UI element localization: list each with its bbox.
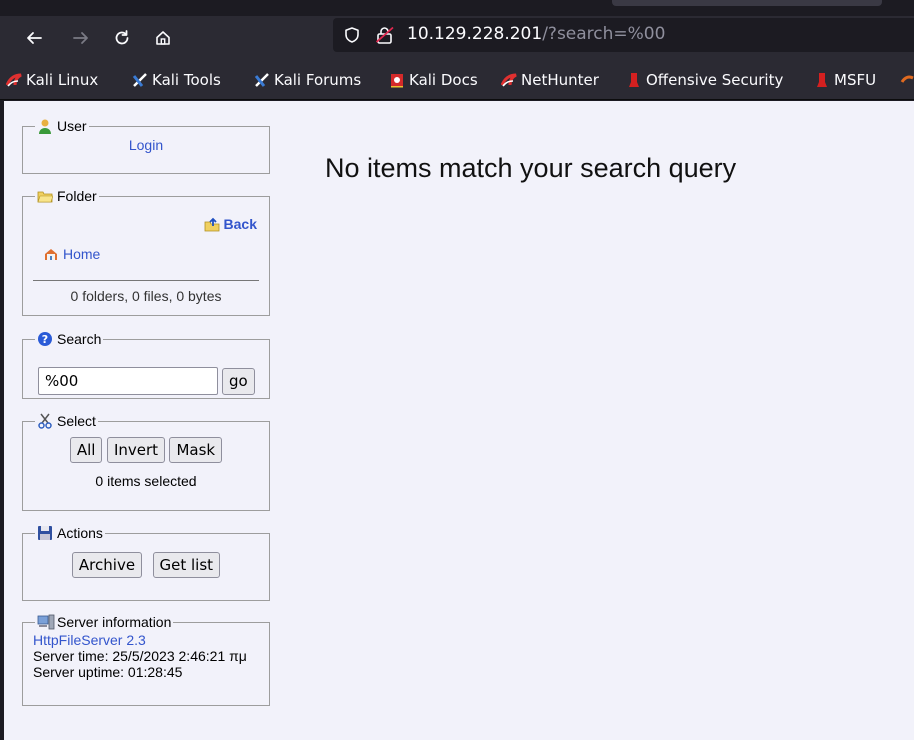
selection-status: 0 items selected xyxy=(95,473,197,489)
search-legend: ? Search xyxy=(35,331,103,347)
select-panel: Select All Invert Mask 0 items selected xyxy=(22,413,270,511)
back-link[interactable]: Back xyxy=(204,216,257,232)
search-input[interactable] xyxy=(38,367,218,395)
legend-text: Search xyxy=(57,331,102,347)
kali-dragon-icon xyxy=(5,72,22,88)
kali-forums-icon xyxy=(254,72,270,88)
server-software-link[interactable]: HttpFileServer 2.3 xyxy=(33,632,269,648)
kali-docs-icon xyxy=(389,72,405,88)
bookmark-kali-tools[interactable]: Kali Tools xyxy=(132,70,221,90)
invert-selection-button[interactable]: Invert xyxy=(106,437,166,463)
user-panel: User Login xyxy=(22,118,270,174)
home-folder-icon xyxy=(43,246,59,262)
url-text[interactable]: 10.129.228.201/?search=%00 xyxy=(407,24,665,44)
folder-panel: Folder Back Home 0 folders, 0 files, 0 b… xyxy=(22,188,270,316)
offsec-icon xyxy=(626,72,642,88)
home-link[interactable]: Home xyxy=(43,246,100,262)
svg-text:?: ? xyxy=(42,333,48,346)
bookmark-label: Offensive Security xyxy=(646,71,784,89)
home-icon[interactable] xyxy=(149,24,177,52)
server-info-legend: Server information xyxy=(35,614,173,630)
tab-strip xyxy=(0,0,914,16)
user-legend: User xyxy=(35,118,89,134)
search-panel: ? Search go xyxy=(22,331,270,399)
folder-legend: Folder xyxy=(35,188,99,204)
bookmark-kali-docs[interactable]: Kali Docs xyxy=(389,70,478,90)
legend-text: Select xyxy=(57,413,96,429)
bookmark-offensive-security[interactable]: Offensive Security xyxy=(626,70,783,90)
actions-panel: Actions Archive Get list xyxy=(22,525,270,601)
scissors-icon xyxy=(37,413,53,429)
get-list-button[interactable]: Get list xyxy=(152,552,221,578)
tab[interactable] xyxy=(612,0,882,6)
user-icon xyxy=(37,118,53,134)
forward-arrow-icon[interactable] xyxy=(67,24,95,52)
actions-legend: Actions xyxy=(35,525,105,541)
insecure-lock-icon[interactable] xyxy=(375,25,395,49)
bookmark-kali-linux[interactable]: Kali Linux xyxy=(5,70,99,90)
mask-button[interactable]: Mask xyxy=(169,437,223,463)
kali-tools-icon xyxy=(132,72,148,88)
bookmark-label: Kali Docs xyxy=(409,71,478,89)
bookmark-label: Kali Linux xyxy=(26,71,99,89)
folder-icon xyxy=(37,188,54,204)
nethunter-icon xyxy=(500,72,517,88)
server-icon xyxy=(37,614,55,630)
home-link-text[interactable]: Home xyxy=(63,246,100,262)
server-time: Server time: 25/5/2023 2:46:21 πμ xyxy=(33,648,247,664)
back-link-text[interactable]: Back xyxy=(224,216,257,232)
back-arrow-icon[interactable] xyxy=(20,24,48,52)
shield-icon[interactable] xyxy=(343,26,361,48)
legend-text: Server information xyxy=(57,614,172,630)
select-legend: Select xyxy=(35,413,98,429)
bookmarks-toolbar: Kali Linux Kali Tools Kali Forums Kali D… xyxy=(0,60,914,100)
bookmark-label: NetHunter xyxy=(521,71,599,89)
bookmark-overflow[interactable] xyxy=(900,70,914,90)
bookmark-nethunter[interactable]: NetHunter xyxy=(500,70,599,90)
url-bar[interactable]: 10.129.228.201/?search=%00 xyxy=(333,18,914,52)
archive-button[interactable]: Archive xyxy=(71,552,143,578)
bookmark-label: MSFU xyxy=(834,71,877,89)
bookmark-msfu[interactable]: MSFU xyxy=(814,70,876,90)
save-disk-icon xyxy=(37,525,53,541)
msfu-icon xyxy=(814,72,830,88)
help-icon: ? xyxy=(37,331,53,347)
bookmark-label: Kali Forums xyxy=(274,71,362,89)
divider xyxy=(33,280,259,281)
no-results-message: No items match your search query xyxy=(325,153,737,183)
bookmark-kali-forums[interactable]: Kali Forums xyxy=(254,70,361,90)
url-host: 10.129.228.201 xyxy=(407,24,543,44)
legend-text: Folder xyxy=(57,188,97,204)
url-path: /?search=%00 xyxy=(542,24,666,44)
page-content: User Login Folder Back Home 0 folders, 0… xyxy=(4,101,914,740)
legend-text: Actions xyxy=(57,525,103,541)
folder-up-icon xyxy=(204,216,220,232)
reload-icon[interactable] xyxy=(108,24,136,52)
select-all-button[interactable]: All xyxy=(69,437,103,463)
bookmark-overflow-icon xyxy=(900,72,914,88)
search-go-button[interactable]: go xyxy=(222,368,255,395)
server-info-panel: Server information HttpFileServer 2.3 Se… xyxy=(22,614,270,706)
login-link[interactable]: Login xyxy=(129,137,163,153)
bookmark-label: Kali Tools xyxy=(152,71,221,89)
folder-summary: 0 folders, 0 files, 0 bytes xyxy=(70,288,222,304)
server-uptime: Server uptime: 01:28:45 xyxy=(33,664,183,680)
legend-text: User xyxy=(57,118,87,134)
